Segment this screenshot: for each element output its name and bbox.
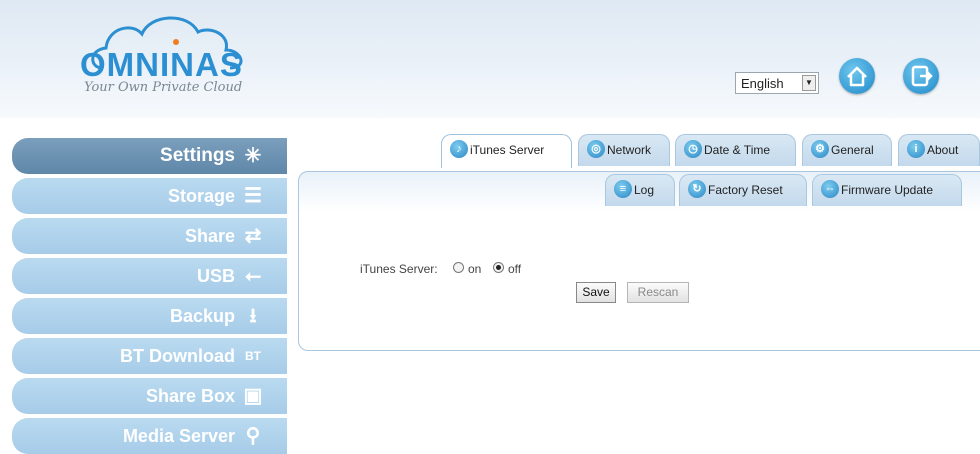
itunes-off-label: off (508, 262, 522, 276)
tab-label: Factory Reset (708, 183, 783, 197)
tab-label: General (831, 143, 874, 157)
usb-icon: ⭠ (245, 265, 261, 287)
settings-icon: ✳ (244, 145, 262, 167)
backup-icon: ⭳ (249, 305, 257, 327)
tab-firmware-update[interactable]: ⇔ Firmware Update (812, 174, 962, 206)
tab-itunes-server[interactable]: ♪ iTunes Server (441, 134, 572, 168)
clock-icon: ◷ (684, 140, 702, 159)
home-icon (847, 66, 867, 87)
music-note-icon: ♪ (450, 140, 468, 159)
bt-download-icon: BT (245, 349, 261, 363)
media-server-icon: ⚲ (245, 425, 261, 447)
tab-log[interactable]: ≡ Log (605, 174, 675, 206)
sidebar-item-media-server[interactable]: Media Server ⚲ (12, 418, 287, 454)
header-bar: OMNINAS Your Own Private Cloud English ▼ (0, 0, 980, 118)
log-icon: ≡ (614, 180, 632, 199)
info-icon: i (907, 140, 925, 159)
sidebar-item-bt-download[interactable]: BT Download BT (12, 338, 287, 374)
sidebar-item-storage[interactable]: Storage ☰ (12, 178, 287, 214)
sidebar-item-label: Backup (169, 306, 235, 326)
reset-icon: ↻ (688, 180, 706, 199)
save-button[interactable]: Save (576, 282, 616, 303)
sidebar-item-label: Storage (167, 186, 235, 206)
omninas-logo: OMNINAS Your Own Private Cloud (80, 10, 280, 105)
tab-label: Log (634, 183, 655, 197)
itunes-on-radio[interactable] (453, 262, 464, 273)
tab-date-time[interactable]: ◷ Date & Time (675, 134, 796, 166)
tab-general[interactable]: ⚙ General (802, 134, 892, 166)
sidebar-item-share[interactable]: Share ⇄ (12, 218, 287, 254)
sidebar-item-label: Media Server (122, 426, 235, 446)
language-select[interactable]: English ▼ (735, 72, 819, 94)
itunes-off-radio[interactable] (493, 262, 504, 273)
tab-label: About (927, 143, 959, 157)
sidebar-item-usb[interactable]: USB ⭠ (12, 258, 287, 294)
sidebar-item-settings[interactable]: Settings ✳ (12, 138, 287, 174)
storage-icon: ☰ (244, 185, 262, 207)
rescan-button[interactable]: Rescan (627, 282, 689, 303)
sidebar-item-label: Share Box (145, 386, 235, 406)
sidebar-item-share-box[interactable]: Share Box ▣ (12, 378, 287, 414)
itunes-on-label: on (468, 262, 482, 276)
tab-label: Network (607, 143, 652, 157)
tab-factory-reset[interactable]: ↻ Factory Reset (679, 174, 807, 206)
logout-icon (911, 65, 933, 87)
chevron-down-icon[interactable]: ▼ (802, 75, 816, 91)
share-box-icon: ▣ (243, 385, 263, 407)
language-value: English (741, 76, 784, 91)
gear-icon: ⚙ (811, 140, 829, 159)
brand-tagline: Your Own Private Cloud (84, 80, 243, 95)
tab-label: Date & Time (704, 143, 771, 157)
logout-button[interactable] (903, 58, 939, 94)
tab-label: Firmware Update (841, 183, 934, 197)
tab-about[interactable]: i About (898, 134, 980, 166)
sidebar-item-label: BT Download (120, 346, 235, 366)
update-icon: ⇔ (821, 180, 839, 199)
home-button[interactable] (839, 58, 875, 94)
sidebar-item-label: USB (196, 266, 235, 286)
sidebar-item-label: Settings (160, 145, 235, 166)
brand-name: OMNINAS (80, 46, 243, 83)
itunes-server-label: iTunes Server: (360, 262, 438, 276)
sidebar-item-label: Share (184, 226, 235, 246)
share-icon: ⇄ (244, 225, 262, 247)
network-icon: ◎ (587, 140, 605, 159)
tab-label: iTunes Server (470, 143, 545, 157)
sidebar-item-backup[interactable]: Backup ⭳ (12, 298, 287, 334)
tab-network[interactable]: ◎ Network (578, 134, 670, 166)
